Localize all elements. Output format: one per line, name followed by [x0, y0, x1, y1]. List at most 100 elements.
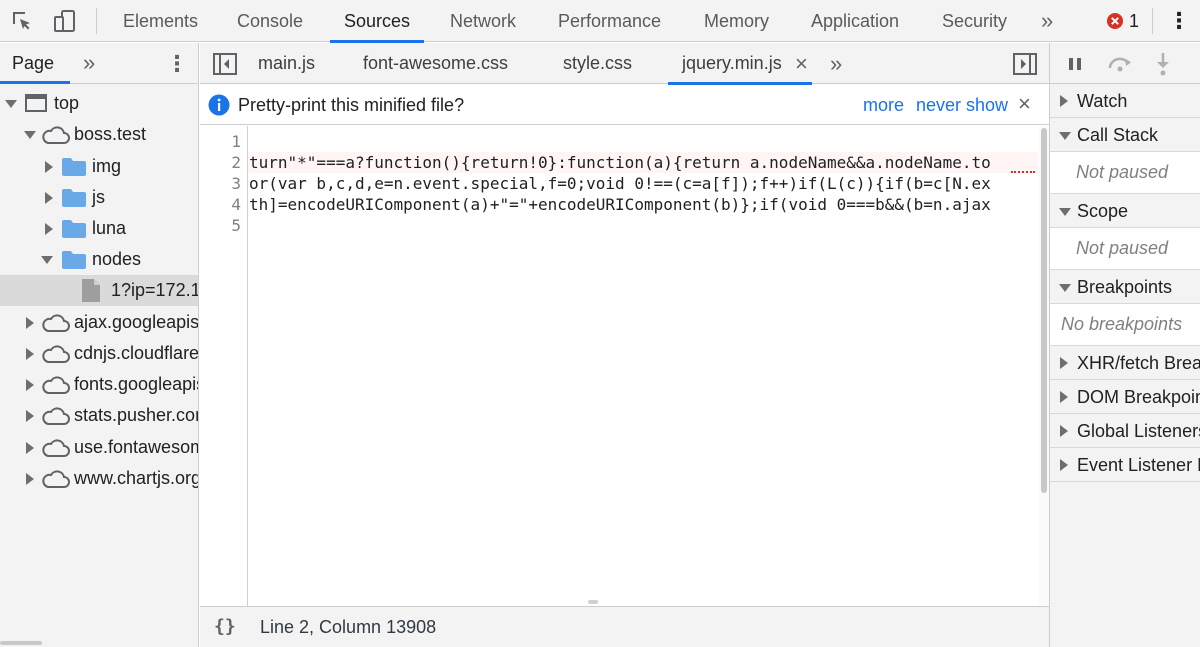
expand-arrow-icon[interactable]: [1059, 284, 1071, 292]
navigator-hscrollbar[interactable]: [0, 641, 42, 645]
navigator-more-button[interactable]: »: [83, 43, 95, 84]
tab-security[interactable]: Security: [942, 0, 1007, 42]
cloud-icon: [40, 313, 70, 333]
toggle-debugger-icon[interactable]: [1013, 53, 1037, 75]
more-tabs-button[interactable]: »: [1041, 0, 1053, 42]
expand-arrow-icon[interactable]: [45, 161, 53, 173]
line-number[interactable]: 4: [231, 194, 241, 215]
file-tab-jquery-min-js[interactable]: jquery.min.js: [668, 43, 812, 85]
code-line[interactable]: th]=encodeURIComponent(a)+"="+encodeURIC…: [249, 194, 1038, 215]
tree-item-ajax-googleapis[interactable]: ajax.googleapis.com: [0, 307, 198, 338]
tab-elements[interactable]: Elements: [123, 0, 198, 42]
tree-item-luna[interactable]: luna: [0, 213, 198, 244]
file-tab-main-js[interactable]: main.js: [258, 43, 315, 84]
tree-item-www-chartjs[interactable]: www.chartjs.org: [0, 463, 198, 494]
dom-breakpoints-section-header[interactable]: DOM Breakpoints: [1050, 380, 1200, 414]
expand-arrow-icon[interactable]: [1060, 425, 1068, 437]
tab-memory[interactable]: Memory: [704, 0, 769, 42]
expand-arrow-icon[interactable]: [26, 379, 34, 391]
tab-console[interactable]: Console: [237, 0, 303, 42]
tree-item-file[interactable]: 1?ip=172.1: [0, 275, 198, 306]
file-tab-font-awesome-css[interactable]: font-awesome.css: [363, 43, 508, 84]
error-count[interactable]: 1: [1129, 0, 1139, 42]
editor-vscroll-thumb[interactable]: [1041, 128, 1047, 493]
infobar-close-icon[interactable]: ×: [1018, 85, 1031, 125]
close-tab-icon[interactable]: ×: [795, 43, 808, 84]
devtools-toolbar: Elements Console Sources Network Perform…: [0, 0, 1200, 43]
status-text: No breakpoints: [1061, 314, 1183, 334]
pause-icon[interactable]: [1067, 56, 1083, 72]
tab-network[interactable]: Network: [450, 0, 516, 42]
tab-sources[interactable]: Sources: [329, 0, 425, 43]
expand-arrow-icon[interactable]: [1060, 95, 1068, 107]
tree-item-img[interactable]: img: [0, 151, 198, 182]
expand-arrow-icon[interactable]: [41, 256, 53, 264]
pretty-print-button[interactable]: {}: [214, 607, 236, 647]
tree-item-use-fontawesome[interactable]: use.fontawesome.com: [0, 432, 198, 463]
expand-arrow-icon[interactable]: [26, 473, 34, 485]
device-toolbar-icon[interactable]: [52, 8, 78, 34]
breakpoints-section-header[interactable]: Breakpoints: [1050, 270, 1200, 304]
event-listener-breakpoints-section-header[interactable]: Event Listener Breakpoints: [1050, 448, 1200, 482]
status-text: Not paused: [1076, 238, 1169, 258]
tree-item-stats-pusher[interactable]: stats.pusher.com: [0, 400, 198, 431]
cursor-position: Line 2, Column 13908: [260, 617, 437, 637]
expand-arrow-icon[interactable]: [1059, 132, 1071, 140]
call-stack-section-header[interactable]: Call Stack: [1050, 118, 1200, 152]
editor-vscrollbar[interactable]: [1039, 126, 1049, 606]
code-line[interactable]: or(var b,c,d,e=n.event.special,f=0;void …: [249, 173, 1038, 194]
line-number[interactable]: 5: [231, 215, 241, 236]
xhr-breakpoints-section-header[interactable]: XHR/fetch Breakpoints: [1050, 346, 1200, 380]
line-number[interactable]: 3: [231, 173, 241, 194]
tree-item-cdnjs-cloudflare[interactable]: cdnjs.cloudflare.com: [0, 338, 198, 369]
inspect-element-icon[interactable]: [10, 9, 34, 33]
file-tab-style-css[interactable]: style.css: [563, 43, 632, 84]
code-line[interactable]: [249, 215, 1038, 236]
frame-icon: [25, 94, 47, 112]
code-line[interactable]: [249, 131, 1038, 152]
line-number[interactable]: 1: [231, 131, 241, 152]
section-title: XHR/fetch Breakpoints: [1077, 353, 1200, 373]
customize-menu-button[interactable]: ⋮: [1168, 0, 1190, 42]
navigator-menu-button[interactable]: ⋮: [166, 43, 188, 84]
infobar-more-link[interactable]: more: [863, 85, 904, 125]
tree-item-boss-test[interactable]: boss.test: [0, 119, 198, 150]
expand-arrow-icon[interactable]: [24, 131, 36, 139]
tab-performance[interactable]: Performance: [558, 0, 661, 42]
expand-arrow-icon[interactable]: [45, 223, 53, 235]
tree-item-top[interactable]: top: [0, 88, 198, 119]
expand-arrow-icon[interactable]: [1060, 391, 1068, 403]
tree-item-fonts-googleapis[interactable]: fonts.googleapis.com: [0, 369, 198, 400]
tab-page[interactable]: Page: [12, 43, 54, 84]
tab-application[interactable]: Application: [811, 0, 899, 42]
error-icon[interactable]: [1106, 12, 1124, 30]
expand-arrow-icon[interactable]: [5, 100, 17, 108]
expand-arrow-icon[interactable]: [1060, 459, 1068, 471]
expand-arrow-icon[interactable]: [1060, 357, 1068, 369]
folder-icon: [62, 158, 86, 176]
expand-arrow-icon[interactable]: [26, 442, 34, 454]
cloud-icon: [40, 375, 70, 395]
line-number[interactable]: 2: [231, 152, 241, 173]
step-into-icon[interactable]: [1154, 51, 1172, 77]
tree-item-label: js: [92, 187, 105, 207]
editor-resize-handle[interactable]: [588, 600, 598, 604]
more-file-tabs-button[interactable]: »: [830, 43, 842, 84]
code-line[interactable]: turn"*"===a?function(){return!0}:functio…: [249, 152, 1038, 173]
toggle-navigator-icon[interactable]: [213, 53, 237, 75]
tree-item-nodes[interactable]: nodes: [0, 244, 198, 275]
watch-section-header[interactable]: Watch: [1050, 84, 1200, 118]
scope-section-header[interactable]: Scope: [1050, 194, 1200, 228]
expand-arrow-icon[interactable]: [45, 192, 53, 204]
navigator-panel: Page » ⋮ top boss.test img js luna nodes…: [0, 43, 199, 647]
tree-item-js[interactable]: js: [0, 182, 198, 213]
infobar-never-show-link[interactable]: never show: [916, 85, 1008, 125]
step-over-icon[interactable]: [1106, 53, 1134, 73]
expand-arrow-icon[interactable]: [1059, 208, 1071, 216]
expand-arrow-icon[interactable]: [26, 410, 34, 422]
cloud-icon: [40, 469, 70, 489]
expand-arrow-icon[interactable]: [26, 317, 34, 329]
global-listeners-section-header[interactable]: Global Listeners: [1050, 414, 1200, 448]
expand-arrow-icon[interactable]: [26, 348, 34, 360]
toolbar-divider: [1152, 8, 1153, 34]
